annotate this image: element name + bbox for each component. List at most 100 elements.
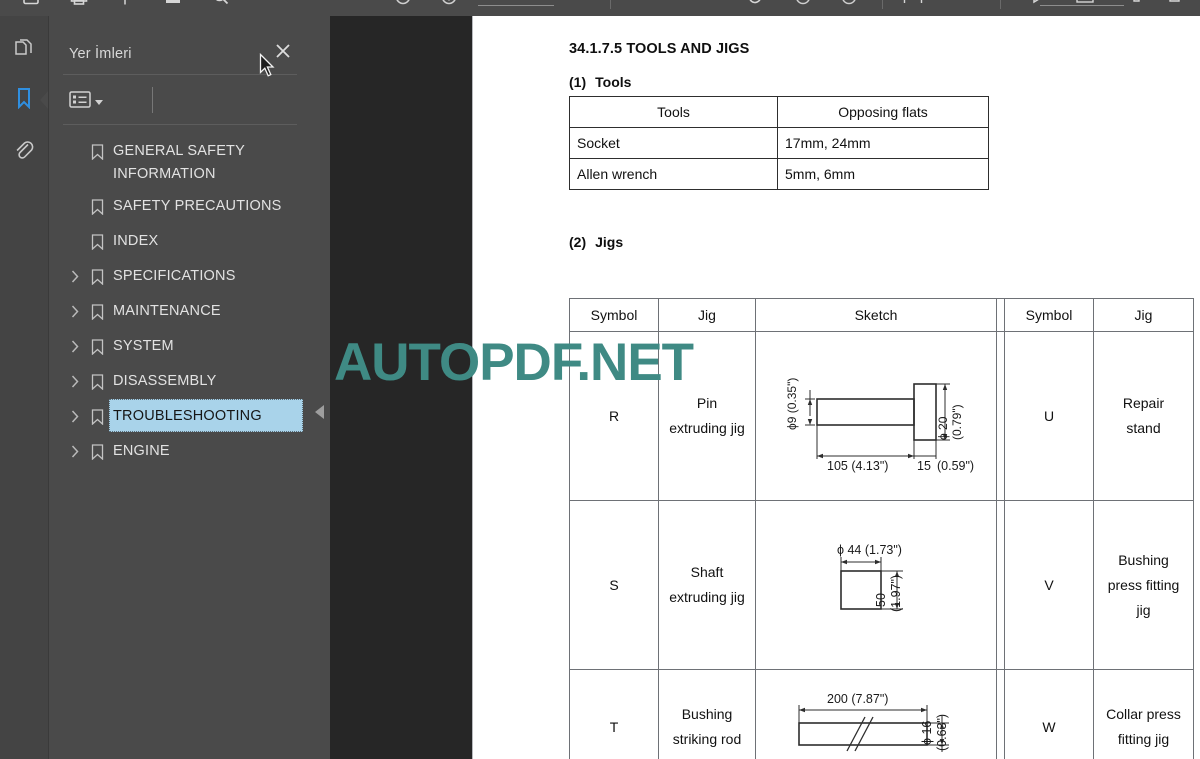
toolbar-separator: [610, 0, 611, 9]
toolbar-row: [0, 0, 1200, 16]
cell-jig-name-w: Collar press fitting jig: [1093, 669, 1194, 759]
svg-text:50: 50: [874, 593, 888, 607]
panel-title: Yer İmleri: [69, 46, 132, 62]
svg-text:105 (4.13"): 105 (4.13"): [827, 459, 888, 473]
sidebar-tab-bookmarks[interactable]: [8, 84, 49, 116]
bookmark-icon: [14, 87, 34, 114]
cell-tool-flats: 5mm, 6mm: [777, 158, 989, 190]
svg-text:ϕ 16: ϕ 16: [920, 720, 934, 744]
svg-text:15: 15: [917, 459, 931, 473]
chevron-right-icon[interactable]: [65, 294, 85, 329]
pages-icon: [13, 37, 35, 64]
table-row: R Pin extruding jig ϕ9 (0.35") ϕ 20 (0.7…: [569, 331, 1194, 501]
toolbar-separator: [1000, 0, 1001, 9]
cell-tool-name: Allen wrench: [569, 158, 778, 190]
panel-collapse-strip[interactable]: [310, 16, 330, 759]
column-header-jig-2: Jig: [1093, 298, 1194, 332]
list-item[interactable]: DISASSEMBLY: [49, 364, 311, 399]
cell-tool-flats: 17mm, 24mm: [777, 127, 989, 159]
paperclip-icon: [13, 139, 35, 166]
sidebar-tab-attachments[interactable]: [8, 136, 40, 168]
section-number: (2): [569, 234, 587, 250]
list-options-icon: [69, 91, 91, 113]
list-item[interactable]: MAINTENANCE: [49, 294, 311, 329]
pdf-page: 34.1.7.5 TOOLS AND JIGS (1) Tools Tools …: [472, 16, 1200, 759]
fit-width-icon[interactable]: [900, 0, 926, 10]
svg-text:(0.59"): (0.59"): [937, 459, 974, 473]
table-row: T Bushing striking rod 200 (7.87") ϕ 16 …: [569, 669, 1194, 759]
list-item[interactable]: SYSTEM: [49, 329, 311, 364]
rotate-icon[interactable]: [742, 0, 768, 10]
bookmark-list: GENERAL SAFETY INFORMATION SAFETY PRECAU…: [49, 134, 311, 469]
mouse-cursor: [259, 52, 277, 84]
column-header-flats: Opposing flats: [777, 96, 989, 128]
list-item[interactable]: SAFETY PRECAUTIONS: [49, 189, 311, 224]
chevron-right-icon[interactable]: [65, 259, 85, 294]
cell-jig-name-u: Repair stand: [1093, 331, 1194, 501]
zoom-level-field[interactable]: [478, 0, 554, 6]
save-icon[interactable]: [18, 0, 44, 10]
table-row: S Shaft extruding jig ϕ 44 (1.73") 50 (1…: [569, 500, 1194, 670]
chevron-down-icon[interactable]: [95, 99, 103, 105]
cell-symbol-w: W: [1004, 669, 1094, 759]
list-item-label: DISASSEMBLY: [113, 373, 217, 389]
bookmark-icon: [85, 189, 109, 224]
highlight-icon[interactable]: [160, 0, 186, 10]
chevron-right-icon[interactable]: [65, 329, 85, 364]
jigs-table: Symbol Jig Sketch Symbol Jig R Pin extrud…: [569, 298, 1194, 759]
svg-text:200 (7.87"): 200 (7.87"): [827, 692, 888, 706]
table-header-row: Tools Opposing flats: [569, 96, 989, 128]
chevron-left-icon[interactable]: [315, 405, 324, 419]
section-heading-jigs: (2) Jigs: [569, 234, 623, 250]
pointer-select-icon[interactable]: [112, 0, 138, 10]
list-item-label: SPECIFICATIONS: [113, 268, 236, 284]
fit-page-icon[interactable]: [962, 0, 988, 10]
bushing-striking-rod-sketch: 200 (7.87") ϕ 16 (0.63"): [797, 692, 949, 752]
sidebar-tab-page-thumbnails[interactable]: [8, 34, 40, 66]
section-title: Tools: [595, 74, 632, 90]
list-item-troubleshooting[interactable]: TROUBLESHOOTING: [49, 399, 311, 434]
share-icon[interactable]: [1164, 0, 1190, 10]
tools-table: Tools Opposing flats Socket 17mm, 24mm A…: [569, 96, 989, 190]
sidebar-tab-rail: [0, 16, 49, 759]
document-viewer[interactable]: 34.1.7.5 TOOLS AND JIGS (1) Tools Tools …: [330, 16, 1200, 759]
cell-jig-name-v: Bushing press fitting jig: [1093, 500, 1194, 670]
column-header-sketch: Sketch: [755, 298, 997, 332]
bookmark-icon: [85, 259, 109, 294]
table-row: Socket 17mm, 24mm: [569, 127, 989, 159]
chevron-right-icon[interactable]: [65, 434, 85, 469]
chevron-right-icon[interactable]: [65, 399, 85, 434]
list-item[interactable]: INDEX: [49, 224, 311, 259]
zoom-in-icon[interactable]: [436, 0, 462, 10]
cell-sketch-block: ϕ 44 (1.73") 50 (1.97"): [755, 500, 997, 670]
column-header-jig: Jig: [658, 298, 756, 332]
table-column-gap: [996, 669, 1005, 759]
table-header-row: Symbol Jig Sketch Symbol Jig: [569, 298, 1194, 332]
cell-jig-name-r: Pin extruding jig: [658, 331, 756, 501]
zoom-out-icon[interactable]: [390, 0, 416, 10]
list-item[interactable]: SPECIFICATIONS: [49, 259, 311, 294]
list-item[interactable]: ENGINE: [49, 434, 311, 469]
bookmark-toggle-icon[interactable]: [700, 0, 726, 10]
cell-symbol-t: T: [569, 669, 659, 759]
bookmark-options-button[interactable]: [69, 91, 103, 113]
list-item-label: ENGINE: [113, 443, 170, 459]
toolbar-separator: [882, 0, 883, 9]
table-column-gap: [996, 331, 1005, 501]
list-item-label: INDEX: [113, 233, 159, 249]
bookmark-icon: [85, 224, 109, 259]
print-icon[interactable]: [66, 0, 92, 10]
svg-text:ϕ 20: ϕ 20: [936, 416, 950, 440]
cell-sketch-rod: 200 (7.87") ϕ 16 (0.63"): [755, 669, 997, 759]
list-item-label: MAINTENANCE: [113, 303, 221, 319]
zoom-select-icon[interactable]: [208, 0, 234, 10]
list-item[interactable]: GENERAL SAFETY INFORMATION: [49, 134, 311, 189]
chevron-right-icon[interactable]: [65, 364, 85, 399]
page-next-icon[interactable]: [836, 0, 862, 10]
svg-text:(1.97"): (1.97"): [889, 575, 903, 612]
page-prev-icon[interactable]: [790, 0, 816, 10]
bookmark-icon: [85, 329, 109, 364]
page-number-field[interactable]: [1040, 0, 1124, 6]
list-item-label: GENERAL SAFETY INFORMATION: [113, 143, 245, 182]
column-header-symbol: Symbol: [569, 298, 659, 332]
